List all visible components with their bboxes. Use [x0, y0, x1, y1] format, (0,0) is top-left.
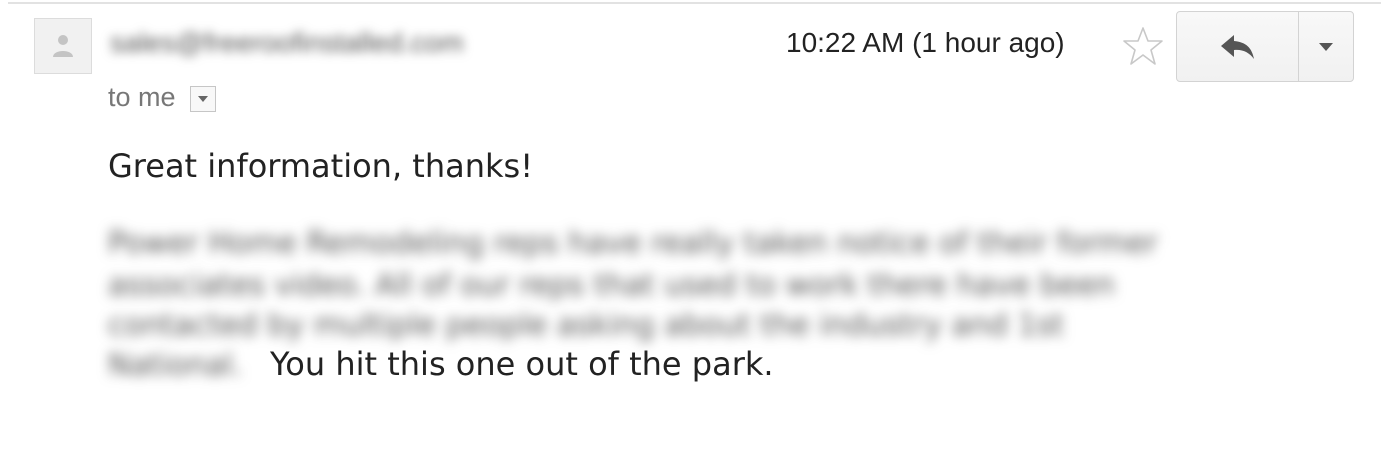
reply-arrow-icon [1220, 34, 1254, 59]
redacted-text-line: contacted by multiple people asking abou… [108, 308, 1064, 343]
recipient-label: to me [108, 82, 176, 112]
sender-avatar[interactable] [34, 18, 92, 74]
redacted-text-line: associates video. All of our reps that u… [108, 268, 1115, 303]
message-closing: You hit this one out of the park. [270, 345, 774, 383]
redacted-text-line: National. [108, 348, 243, 383]
caret-down-icon [1319, 42, 1333, 51]
recipient-details-toggle[interactable] [189, 85, 216, 112]
person-silhouette-icon [53, 35, 73, 57]
message-timestamp: 10:22 AM (1 hour ago) [786, 27, 1065, 58]
more-actions-button[interactable] [1299, 12, 1353, 81]
redacted-text-line: Power Home Remodeling reps have really t… [108, 226, 1158, 261]
top-divider [8, 2, 1381, 4]
caret-down-icon [197, 95, 208, 102]
reply-button[interactable] [1177, 12, 1299, 81]
message-greeting: Great information, thanks! [108, 147, 534, 185]
star-button[interactable] [1122, 26, 1164, 66]
reply-button-group [1176, 11, 1354, 82]
sender-email[interactable]: sales@freeroofinstalled.com [110, 26, 464, 60]
email-message: sales@freeroofinstalled.com to me 10:22 … [0, 0, 1381, 468]
recipient-line: to me [108, 80, 216, 114]
star-outline-icon [1123, 27, 1163, 65]
